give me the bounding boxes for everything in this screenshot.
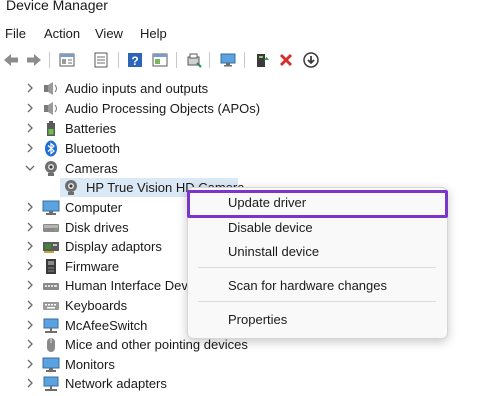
speaker-icon: [44, 102, 57, 115]
display-adapter-icon: [43, 242, 59, 253]
context-menu: Update driver Disable device Uninstall d…: [187, 187, 448, 339]
mouse-icon: [47, 338, 55, 352]
tree-item-label: Keyboards: [65, 298, 128, 313]
title-bar: Device Manager: [0, 0, 500, 20]
tree-item-label: McAfeeSwitch: [65, 318, 148, 333]
camera-icon: [65, 180, 77, 195]
chevron-right-icon[interactable]: [24, 240, 36, 252]
disk-drive-icon: [43, 224, 59, 232]
menu-item-label: Uninstall device: [228, 244, 320, 259]
chevron-right-icon[interactable]: [24, 142, 36, 154]
menu-item-uninstall-device[interactable]: Uninstall device: [188, 241, 447, 263]
chevron-right-icon[interactable]: [24, 358, 36, 370]
chevron-right-icon[interactable]: [24, 279, 36, 291]
toolbar: ?: [0, 47, 500, 73]
uninstall-icon[interactable]: [276, 50, 296, 70]
menu-file[interactable]: File: [5, 26, 26, 41]
chevron-right-icon[interactable]: [24, 221, 36, 233]
properties-icon[interactable]: [57, 50, 77, 70]
menu-item-label: Properties: [228, 312, 288, 327]
menu-item-scan-hardware[interactable]: Scan for hardware changes: [188, 275, 447, 297]
tree-item-label: Monitors: [65, 357, 115, 372]
monitor-icon: [42, 357, 60, 372]
computer-icon: [42, 200, 60, 215]
view-icon[interactable]: [150, 50, 170, 70]
tree-item-label: Display adaptors: [65, 239, 162, 254]
svg-text:?: ?: [131, 54, 138, 68]
chevron-right-icon[interactable]: [24, 122, 36, 134]
keyboard-icon: [43, 302, 59, 310]
tree-item-batteries[interactable]: Batteries: [0, 119, 500, 138]
download-icon[interactable]: [301, 50, 321, 70]
scan-icon[interactable]: [184, 50, 204, 70]
menu-item-disable-device[interactable]: Disable device: [188, 217, 447, 239]
menu-separator: [198, 267, 436, 268]
chevron-down-icon[interactable]: [24, 162, 36, 174]
forward-arrow-icon[interactable]: [24, 50, 44, 70]
menu-action[interactable]: Action: [44, 26, 80, 41]
tree-item-cameras[interactable]: Cameras: [0, 159, 500, 178]
chevron-right-icon[interactable]: [24, 201, 36, 213]
tree-item-label: Cameras: [65, 161, 118, 176]
help-icon[interactable]: ?: [125, 50, 145, 70]
menu-help[interactable]: Help: [140, 26, 167, 41]
tree-item-label: Audio inputs and outputs: [65, 81, 209, 96]
back-arrow-icon[interactable]: [1, 50, 21, 70]
update-driver-icon[interactable]: [252, 50, 272, 70]
menu-bar: File Action View Help: [0, 24, 500, 44]
highlight-box: [187, 190, 448, 218]
tree-item-label: Network adapters: [65, 376, 167, 391]
chevron-right-icon[interactable]: [24, 338, 36, 350]
tree-item-label: Human Interface Devi: [65, 278, 191, 293]
menu-item-label: Scan for hardware changes: [228, 278, 387, 293]
chevron-right-icon[interactable]: [24, 319, 36, 331]
menu-item-properties[interactable]: Properties: [188, 309, 447, 331]
firmware-icon: [46, 259, 56, 274]
battery-icon: [47, 121, 55, 136]
menu-view[interactable]: View: [95, 26, 123, 41]
hid-icon: [43, 283, 59, 290]
tree-item-label: Bluetooth: [65, 141, 120, 156]
bluetooth-icon: [45, 140, 57, 157]
tree-item-label: Mice and other pointing devices: [65, 337, 248, 352]
menu-item-label: Disable device: [228, 220, 313, 235]
chevron-right-icon[interactable]: [24, 260, 36, 272]
network-icon: [43, 376, 59, 391]
chevron-right-icon[interactable]: [24, 102, 36, 114]
details-icon[interactable]: [91, 50, 111, 70]
tree-item-label: Computer: [65, 200, 123, 215]
chevron-right-icon[interactable]: [24, 82, 36, 94]
tree-item-label: Disk drives: [65, 220, 129, 235]
tree-item-bluetooth[interactable]: Bluetooth: [0, 139, 500, 158]
monitor-icon[interactable]: [218, 50, 238, 70]
tree-item-monitors[interactable]: Monitors: [0, 355, 500, 374]
camera-icon: [45, 161, 57, 176]
tree-item-label: Batteries: [65, 121, 117, 136]
tree-item-audio-inputs[interactable]: Audio inputs and outputs: [0, 79, 500, 98]
chevron-right-icon[interactable]: [24, 299, 36, 311]
tree-item-audio-processing[interactable]: Audio Processing Objects (APOs): [0, 99, 500, 118]
window-title: Device Manager: [6, 0, 108, 13]
tree-item-label: Firmware: [65, 259, 120, 274]
speaker-icon: [44, 82, 57, 95]
tree-item-network-adapters[interactable]: Network adapters: [0, 374, 500, 393]
menu-separator: [198, 301, 436, 302]
chevron-right-icon[interactable]: [24, 377, 36, 389]
tree-item-label: Audio Processing Objects (APOs): [65, 101, 261, 116]
network-icon: [43, 318, 59, 333]
